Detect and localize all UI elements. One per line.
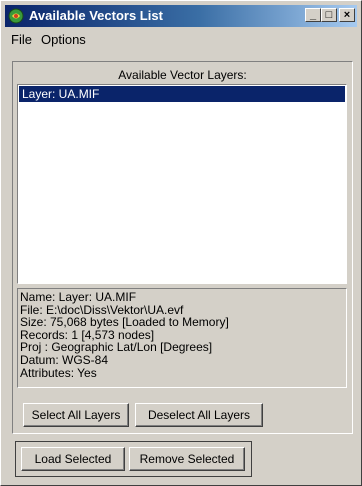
select-all-button[interactable]: Select All Layers bbox=[23, 403, 129, 427]
minimize-button[interactable]: _ bbox=[305, 8, 321, 22]
window-title: Available Vectors List bbox=[29, 8, 163, 23]
load-selected-button[interactable]: Load Selected bbox=[21, 447, 125, 471]
remove-selected-button[interactable]: Remove Selected bbox=[129, 447, 245, 471]
globe-icon bbox=[8, 8, 24, 24]
info-name: Name: Layer: UA.MIF bbox=[20, 290, 137, 304]
list-item[interactable]: Layer: UA.MIF bbox=[19, 86, 345, 102]
maximize-button[interactable]: □ bbox=[321, 8, 337, 22]
menu-options[interactable]: Options bbox=[41, 32, 86, 47]
load-actions-frame: Load Selected Remove Selected bbox=[15, 441, 252, 477]
layers-listbox[interactable]: Layer: UA.MIF bbox=[17, 84, 347, 284]
layer-info-panel: Name: Layer: UA.MIF File: E:\doc\Diss\Ve… bbox=[17, 288, 347, 388]
layers-caption: Available Vector Layers: bbox=[118, 68, 247, 82]
title-bar[interactable]: Available Vectors List _ □ × bbox=[5, 5, 357, 27]
info-datum: Datum: WGS-84 bbox=[20, 352, 109, 367]
deselect-all-button[interactable]: Deselect All Layers bbox=[135, 403, 263, 427]
available-vectors-window: Available Vectors List _ □ × File Option… bbox=[0, 0, 362, 486]
layers-group: Available Vector Layers: Layer: UA.MIF N… bbox=[12, 61, 353, 434]
menu-bar: File Options bbox=[5, 29, 357, 49]
close-button[interactable]: × bbox=[339, 8, 355, 22]
info-attributes: Attributes: Yes bbox=[20, 365, 97, 380]
info-size: Size: 75,068 bytes [Loaded to Memory] bbox=[20, 315, 229, 330]
menu-file[interactable]: File bbox=[11, 32, 32, 47]
